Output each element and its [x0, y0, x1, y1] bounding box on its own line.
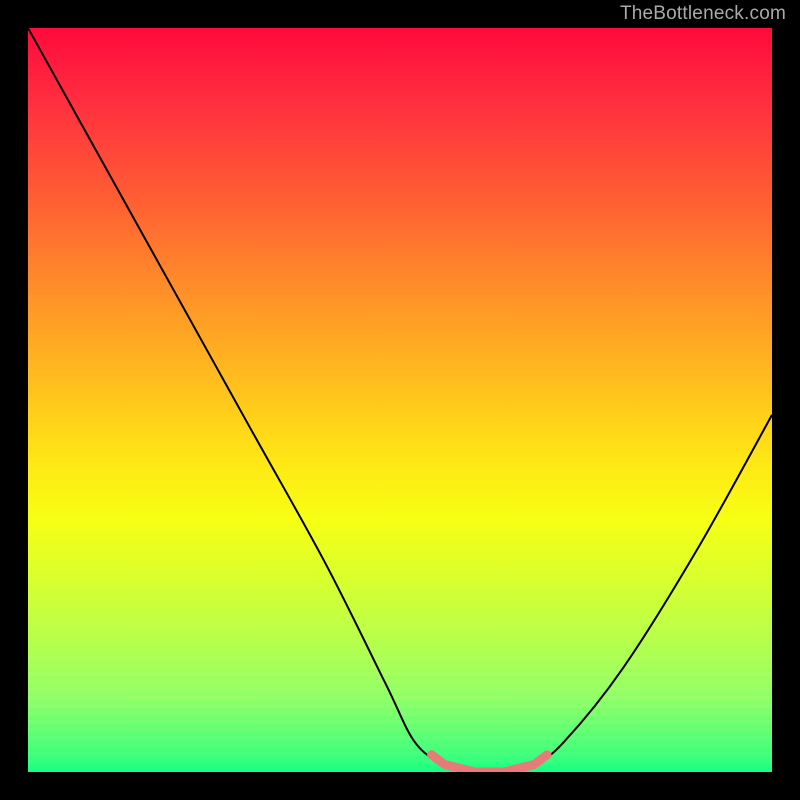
optimal-marker: [432, 755, 443, 763]
optimal-marker: [536, 755, 547, 763]
plot-area: [28, 28, 772, 772]
watermark-label: TheBottleneck.com: [620, 3, 786, 25]
optimal-marker: [520, 765, 534, 768]
curve-layer: [28, 28, 772, 772]
chart-frame: TheBottleneck.com: [0, 0, 800, 800]
bottleneck-curve-path: [28, 28, 772, 772]
optimal-zone-markers: [432, 755, 547, 772]
